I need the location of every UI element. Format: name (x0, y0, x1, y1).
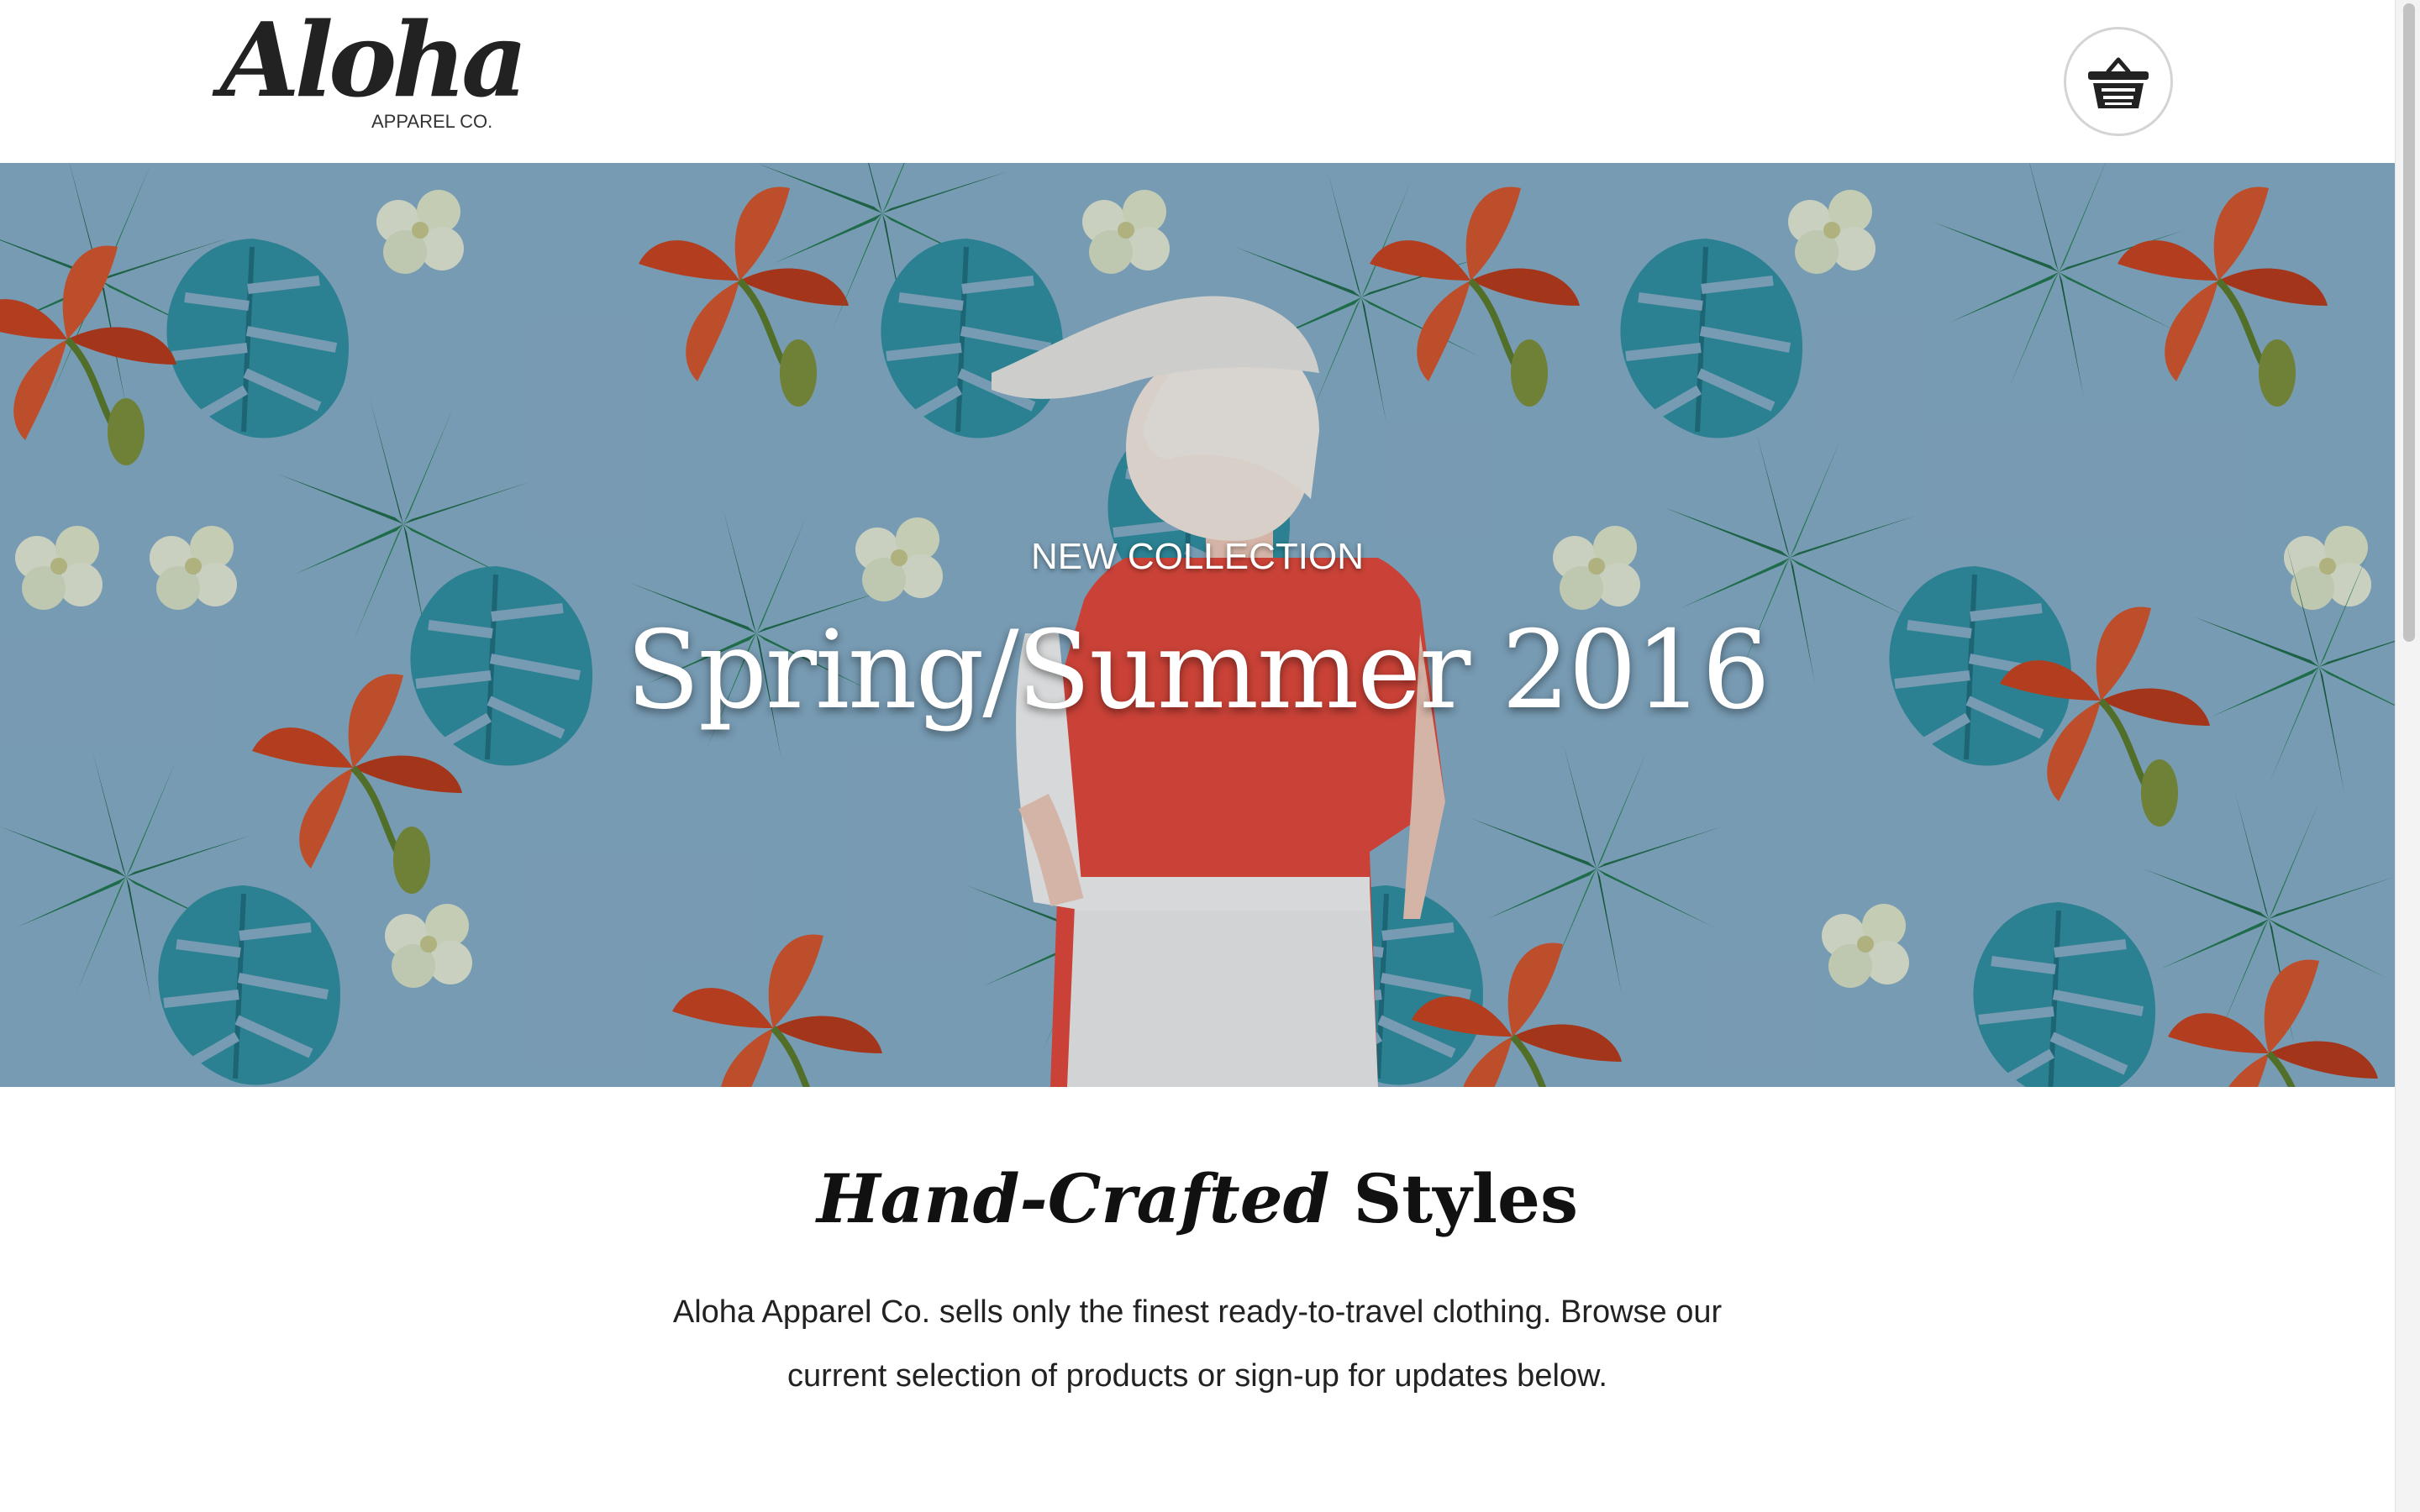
hero-kicker: NEW COLLECTION (1030, 536, 1365, 577)
logo-subtitle: APPAREL CO. (371, 111, 493, 132)
intro-paragraph: Aloha Apparel Co. sells only the finest … (672, 1294, 1723, 1394)
page-scrollbar[interactable] (2395, 0, 2420, 1512)
shopping-basket-icon (2088, 57, 2149, 108)
cart-button[interactable] (2064, 27, 2173, 136)
section-heading: Hand-Crafted Styles (0, 1159, 2395, 1238)
site-header: Aloha APPAREL CO. (0, 0, 2395, 163)
hero-banner: NEW COLLECTION Spring/Summer 2016 (0, 163, 2395, 1087)
logo-wordmark: Aloha (220, 0, 528, 120)
scrollbar-thumb[interactable] (2403, 3, 2415, 642)
heading-bold-part: Styles (1353, 1159, 1578, 1238)
brand-logo[interactable]: Aloha APPAREL CO. (220, 8, 528, 141)
heading-italic-part: Hand-Crafted (817, 1159, 1330, 1238)
hero-title: Spring/Summer 2016 (626, 608, 1770, 733)
